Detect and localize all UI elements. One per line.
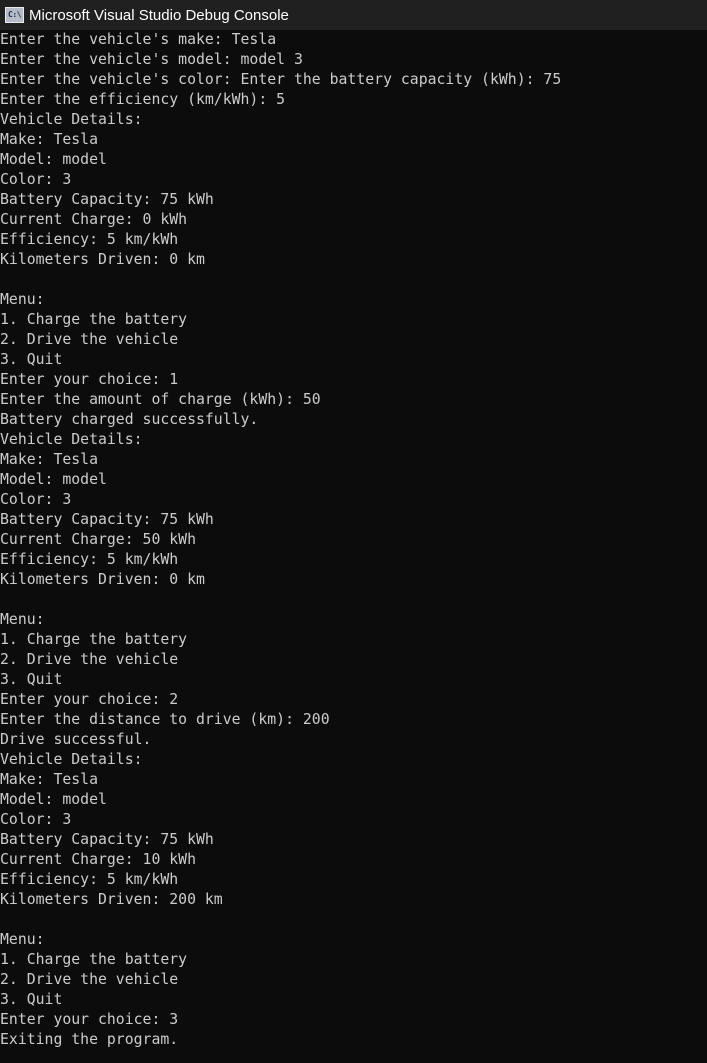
console-line: Battery Capacity: 75 kWh: [0, 511, 214, 528]
console-line: Efficiency: 5 km/kWh: [0, 871, 179, 888]
console-line: Vehicle Details:: [0, 111, 143, 128]
console-line: Make: Tesla: [0, 771, 98, 788]
console-line: Battery Capacity: 75 kWh: [0, 191, 214, 208]
console-line: Enter your choice: 1: [0, 371, 179, 388]
console-app-icon-text: C:\: [8, 10, 21, 19]
console-line: Enter your choice: 2: [0, 691, 179, 708]
console-line: Kilometers Driven: 0 km: [0, 251, 205, 268]
console-line: Efficiency: 5 km/kWh: [0, 231, 179, 248]
console-line: Battery charged successfully.: [0, 411, 259, 428]
console-line: Current Charge: 10 kWh: [0, 851, 196, 868]
title-bar[interactable]: C:\ Microsoft Visual Studio Debug Consol…: [0, 0, 707, 30]
console-line: 3. Quit: [0, 351, 63, 368]
console-line: 2. Drive the vehicle: [0, 651, 179, 668]
console-line: Model: model: [0, 791, 107, 808]
console-line: Vehicle Details:: [0, 431, 143, 448]
console-line: Exiting the program.: [0, 1031, 179, 1048]
console-line: 3. Quit: [0, 671, 63, 688]
debug-console-window: C:\ Microsoft Visual Studio Debug Consol…: [0, 0, 707, 1063]
console-app-icon: C:\: [5, 7, 24, 23]
console-line: Enter the distance to drive (km): 200: [0, 711, 330, 728]
console-line: 1. Charge the battery: [0, 951, 188, 968]
console-line: Efficiency: 5 km/kWh: [0, 551, 179, 568]
console-line: Enter the vehicle's color: Enter the bat…: [0, 71, 562, 88]
window-title: Microsoft Visual Studio Debug Console: [29, 6, 289, 24]
console-output[interactable]: Enter the vehicle's make: Tesla Enter the…: [0, 30, 707, 1063]
console-line: 3. Quit: [0, 991, 63, 1008]
console-line: Current Charge: 0 kWh: [0, 211, 188, 228]
console-line: Make: Tesla: [0, 451, 98, 468]
console-line: Enter the efficiency (km/kWh): 5: [0, 91, 286, 108]
console-line: Model: model: [0, 471, 107, 488]
console-line: Kilometers Driven: 0 km: [0, 571, 205, 588]
console-line: Menu:: [0, 611, 45, 628]
console-line: Enter your choice: 3: [0, 1011, 179, 1028]
console-line: Enter the vehicle's make: Tesla: [0, 31, 277, 48]
console-line: 2. Drive the vehicle: [0, 971, 179, 988]
console-line: Model: model: [0, 151, 107, 168]
console-line: Color: 3: [0, 171, 72, 188]
console-line: Drive successful.: [0, 731, 152, 748]
console-line: Enter the amount of charge (kWh): 50: [0, 391, 321, 408]
console-line: 1. Charge the battery: [0, 311, 188, 328]
console-line: Menu:: [0, 291, 45, 308]
console-line: Current Charge: 50 kWh: [0, 531, 196, 548]
console-line: Battery Capacity: 75 kWh: [0, 831, 214, 848]
console-line: Kilometers Driven: 200 km: [0, 891, 223, 908]
console-line: Vehicle Details:: [0, 751, 143, 768]
console-line: 1. Charge the battery: [0, 631, 188, 648]
console-line: Make: Tesla: [0, 131, 98, 148]
console-line: Menu:: [0, 931, 45, 948]
console-line: 2. Drive the vehicle: [0, 331, 179, 348]
console-line: Color: 3: [0, 811, 72, 828]
console-line: Enter the vehicle's model: model 3: [0, 51, 303, 68]
console-line: Color: 3: [0, 491, 72, 508]
